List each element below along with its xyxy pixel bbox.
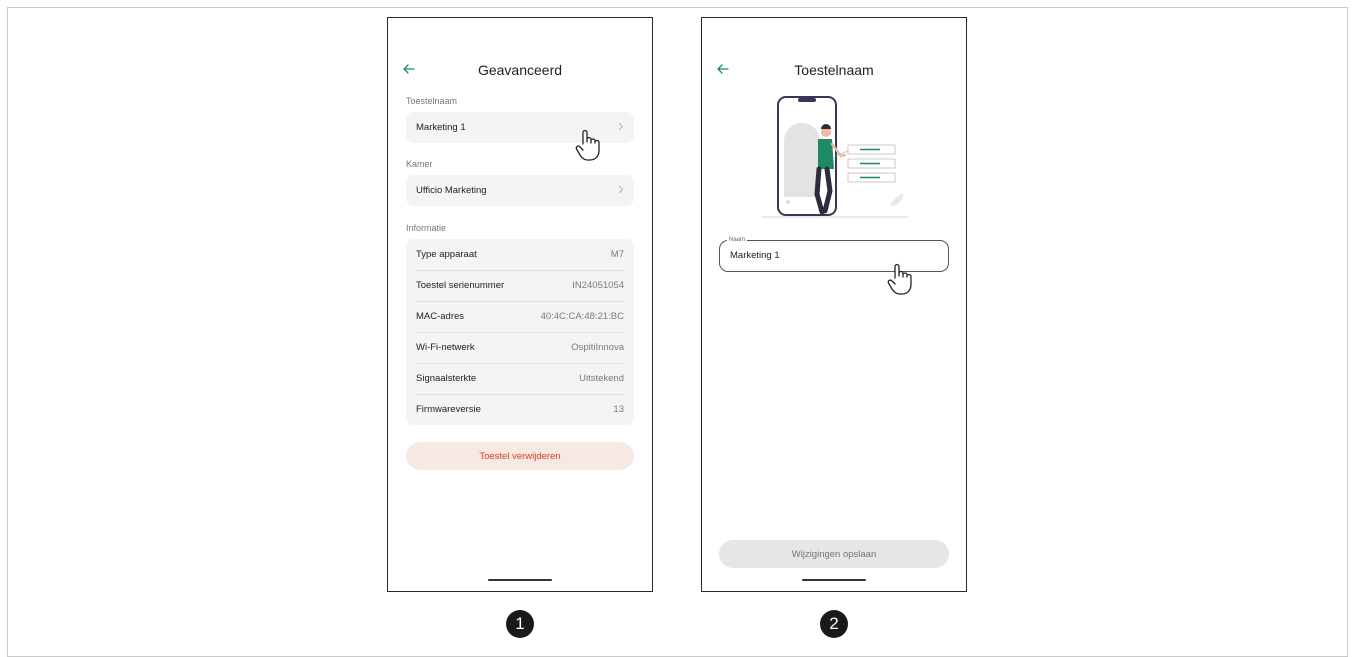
header: Toestelnaam <box>702 62 966 82</box>
info-row: Firmwareversie 13 <box>406 394 634 425</box>
room-value: Ufficio Marketing <box>416 185 487 196</box>
home-indicator <box>488 579 552 581</box>
info-value: OspitiInnova <box>571 342 624 353</box>
room-card[interactable]: Ufficio Marketing <box>406 175 634 206</box>
info-label: Toestel serienummer <box>416 280 505 291</box>
section-label-room: Kamer <box>406 159 433 169</box>
chevron-right-icon <box>618 185 624 197</box>
outer-frame <box>7 7 1348 657</box>
info-card: Type apparaat M7 Toestel serienummer IN2… <box>406 239 634 425</box>
name-field-value[interactable]: Marketing 1 <box>730 250 780 261</box>
info-label: MAC-adres <box>416 311 465 322</box>
step-badge-2: 2 <box>820 610 848 638</box>
page-title: Toestelnaam <box>794 62 874 78</box>
info-row: Signaalsterkte Uitstekend <box>406 363 634 394</box>
info-row: Wi-Fi-netwerk OspitiInnova <box>406 332 634 363</box>
home-indicator <box>802 579 866 581</box>
page-title: Geavanceerd <box>477 62 563 78</box>
info-row: Toestel serienummer IN24051054 <box>406 270 634 301</box>
step-badge-1: 1 <box>506 610 534 638</box>
hand-pointer-icon <box>574 128 602 167</box>
section-label-info: Informatie <box>406 223 447 233</box>
name-field-label: Naam <box>727 236 748 244</box>
delete-device-button[interactable]: Toestel verwijderen <box>406 442 634 470</box>
phone-screen-device-name: Toestelnaam Naam Marketing 1 Wijzigingen… <box>701 17 967 592</box>
phone-screen-advanced: Geavanceerd Toestelnaam Marketing 1 Kame… <box>387 17 653 592</box>
info-row: Type apparaat M7 <box>406 239 634 270</box>
header: Geavanceerd <box>388 62 652 82</box>
info-label: Type apparaat <box>416 249 477 260</box>
info-value: 40:4C:CA:48:21:BC <box>540 311 624 322</box>
info-value: Uitstekend <box>579 373 624 384</box>
save-changes-button[interactable]: Wijzigingen opslaan <box>719 540 949 568</box>
info-label: Wi-Fi-netwerk <box>416 342 475 353</box>
phone-illustration <box>762 96 912 221</box>
info-value: IN24051054 <box>572 280 624 291</box>
room-row[interactable]: Ufficio Marketing <box>406 175 634 206</box>
info-label: Firmwareversie <box>416 404 481 415</box>
info-label: Signaalsterkte <box>416 373 477 384</box>
info-value: 13 <box>613 404 624 415</box>
name-input-field[interactable]: Naam Marketing 1 <box>719 236 949 272</box>
info-row: MAC-adres 40:4C:CA:48:21:BC <box>406 301 634 332</box>
hand-pointer-icon <box>886 262 914 301</box>
chevron-right-icon <box>618 122 624 134</box>
info-value: M7 <box>610 249 624 260</box>
section-label-device-name: Toestelnaam <box>406 96 458 106</box>
